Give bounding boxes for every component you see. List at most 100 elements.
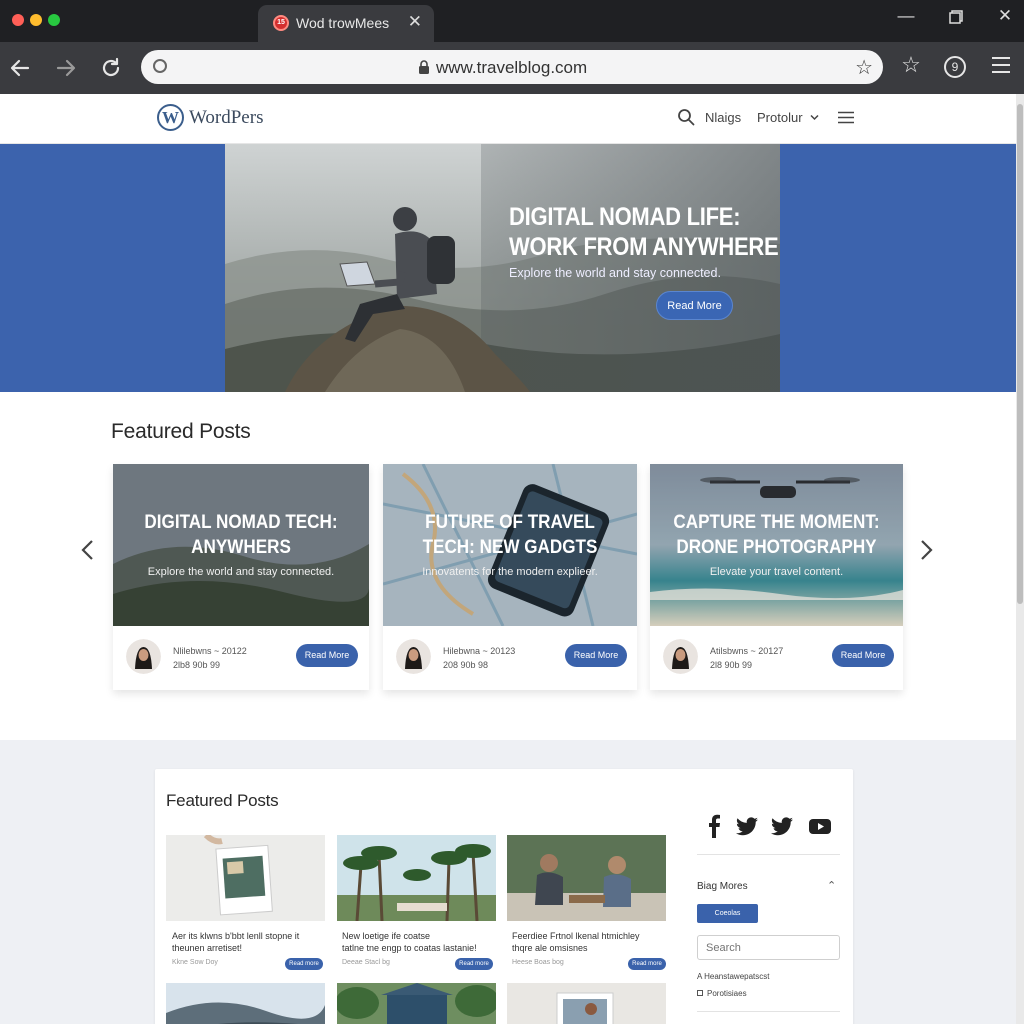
card-meta: Nlilebwns ~ 20122 2lb8 90b 99 [173,644,247,672]
card-author-date: Nlilebwns ~ 20122 [173,646,247,656]
facebook-icon[interactable] [707,814,721,838]
card-title: FUTURE OF TRAVEL TECH: NEW GADGTS [396,510,625,560]
post-title-line2: thqre ale omsisnes [512,943,588,953]
chip-label: Coeolas [714,910,741,917]
section-title: Featured Posts [166,791,279,810]
twitter-icon[interactable] [735,814,759,838]
featured-card[interactable]: DIGITAL NOMAD TECH: ANYWHERS Explore the… [113,464,369,690]
post-thumbnail[interactable] [507,835,666,921]
card-meta: Atilsbwns ~ 20127 2l8 90b 99 [710,644,783,672]
card-title-line1: CAPTURE THE MOMENT: [673,512,880,533]
chevron-up-icon[interactable]: ⌃ [827,879,836,892]
forward-arrow-icon[interactable] [52,54,80,82]
card-title-line2: ANYWHERS [191,537,291,558]
wordpress-logo-icon[interactable]: W [157,104,184,131]
menu-icon[interactable] [986,52,1016,80]
hero-title: DIGITAL NOMAD LIFE: WORK FROM ANYWHERE [509,202,779,262]
sidebar-link-label: Porotisiaes [707,989,747,998]
site-info-icon[interactable] [153,59,167,73]
carousel-prev-icon[interactable] [80,539,94,561]
featured-carousel-section: Featured Posts DIGITAL NOMAD TECH: ANYWH… [0,392,1016,816]
youtube-icon[interactable] [808,814,832,838]
section-title: Featured Posts [111,420,251,443]
avatar [396,639,431,674]
card-read-more-button[interactable]: Read More [296,644,358,667]
post-thumbnail[interactable] [337,835,496,921]
card-title: DIGITAL NOMAD TECH: ANYWHERS [126,510,356,560]
lock-icon [419,60,429,74]
page-scrollbar[interactable] [1016,94,1024,1024]
hero-title-line1: DIGITAL NOMAD LIFE: [509,203,741,231]
avatar [126,639,161,674]
card-author-date: Atilsbwns ~ 20127 [710,646,784,656]
sidebar-category-chip[interactable]: Coeolas [697,904,758,923]
post-thumbnail[interactable] [166,835,325,921]
sidebar-divider [697,854,840,855]
post-meta: Deeae Stacl bg [342,959,390,966]
card-title-line2: DRONE PHOTOGRAPHY [676,537,877,558]
post-read-more-button[interactable]: Read more [455,958,493,970]
tab-close-icon[interactable]: ✕ [408,12,422,32]
chevron-down-icon[interactable] [810,114,819,121]
close-window-dot[interactable] [12,14,24,26]
featured-card[interactable]: FUTURE OF TRAVEL TECH: NEW GADGTS Innova… [383,464,637,690]
window-close-icon[interactable]: ✕ [991,6,1019,26]
card-read-more-button[interactable]: Read More [832,644,894,667]
post-thumbnail[interactable] [166,983,325,1024]
scrollbar-thumb[interactable] [1017,104,1023,604]
sidebar-link[interactable]: Porotisiaes [697,989,747,998]
featured-card[interactable]: CAPTURE THE MOMENT: DRONE PHOTOGRAPHY El… [650,464,903,690]
hamburger-menu-icon[interactable] [838,111,854,124]
post-thumbnail[interactable] [337,983,496,1024]
post-title-line1: New loetige ife coatse [342,931,431,941]
window-minimize-icon[interactable]: — [892,6,920,26]
hero-banner: DIGITAL NOMAD LIFE: WORK FROM ANYWHERE E… [0,144,1016,392]
sidebar-search-input[interactable] [697,935,840,960]
post-title-line2: tatlne tne engp to coatas lastanie! [342,943,477,953]
profile-icon[interactable]: 9 [944,56,966,78]
post-title[interactable]: Aer its klwns b'bbt lenll stopne it theu… [172,930,331,954]
post-title-line1: Feerdiee Frtnol lkenal htmichley [512,931,640,941]
reload-icon[interactable] [97,54,125,82]
post-title[interactable]: Feerdiee Frtnol lkenal htmichley thqre a… [512,930,671,954]
avatar [663,639,698,674]
site-name[interactable]: WordPers [189,107,263,129]
card-title-line1: FUTURE OF TRAVEL [425,512,595,533]
card-subtitle: Elevate your travel content. [709,566,844,578]
nav-item-protolur[interactable]: Protolur [757,110,803,125]
list-square-icon [697,990,703,996]
post-read-more-button[interactable]: Read more [628,958,666,970]
tab-title: Wod trowMees [296,15,390,31]
sidebar-title: Biag Mores [697,881,748,892]
nav-item-blogs[interactable]: Nlaigs [705,110,741,125]
post-meta: Heese Boas bog [512,959,564,966]
browser-toolbar: www.travelblog.com ☆ ☆ 9 [0,42,1024,94]
site-header: W WordPers Nlaigs Protolur [0,94,1016,144]
maximize-window-dot[interactable] [48,14,60,26]
post-title-line1: Aer its klwns b'bbt lenll stopne it [172,931,300,941]
hero-read-more-button[interactable]: Read More [656,291,733,320]
card-subtitle: Explore the world and stay connected. [147,566,335,578]
url-text: www.travelblog.com [436,58,588,77]
browser-tab-bar: 15 Wod trowMees ✕ — ✕ [0,0,1024,42]
hero-subtitle: Explore the world and stay connected. [509,266,721,280]
bookmark-star-icon[interactable]: ☆ [896,52,926,78]
window-restore-icon[interactable] [942,6,970,29]
carousel-next-icon[interactable] [920,539,934,561]
address-bar[interactable]: www.travelblog.com ☆ [141,50,883,84]
minimize-window-dot[interactable] [30,14,42,26]
post-thumbnail[interactable] [507,983,666,1024]
hero-title-line2: WORK FROM ANYWHERE [509,233,779,261]
star-icon[interactable]: ☆ [855,55,873,80]
twitter-icon[interactable] [770,814,794,838]
search-icon[interactable] [677,108,695,126]
browser-tab[interactable]: 15 Wod trowMees ✕ [258,5,434,42]
sidebar-divider [697,1011,840,1012]
tab-favicon-icon: 15 [273,15,289,31]
card-read-more-button[interactable]: Read More [565,644,627,667]
card-title-line1: DIGITAL NOMAD TECH: [144,512,338,533]
post-read-more-button[interactable]: Read more [285,958,323,970]
back-arrow-icon[interactable] [6,54,34,82]
post-title[interactable]: New loetige ife coatse tatlne tne engp t… [342,930,501,954]
sidebar-link[interactable]: A Heanstawepatscst [697,972,769,981]
